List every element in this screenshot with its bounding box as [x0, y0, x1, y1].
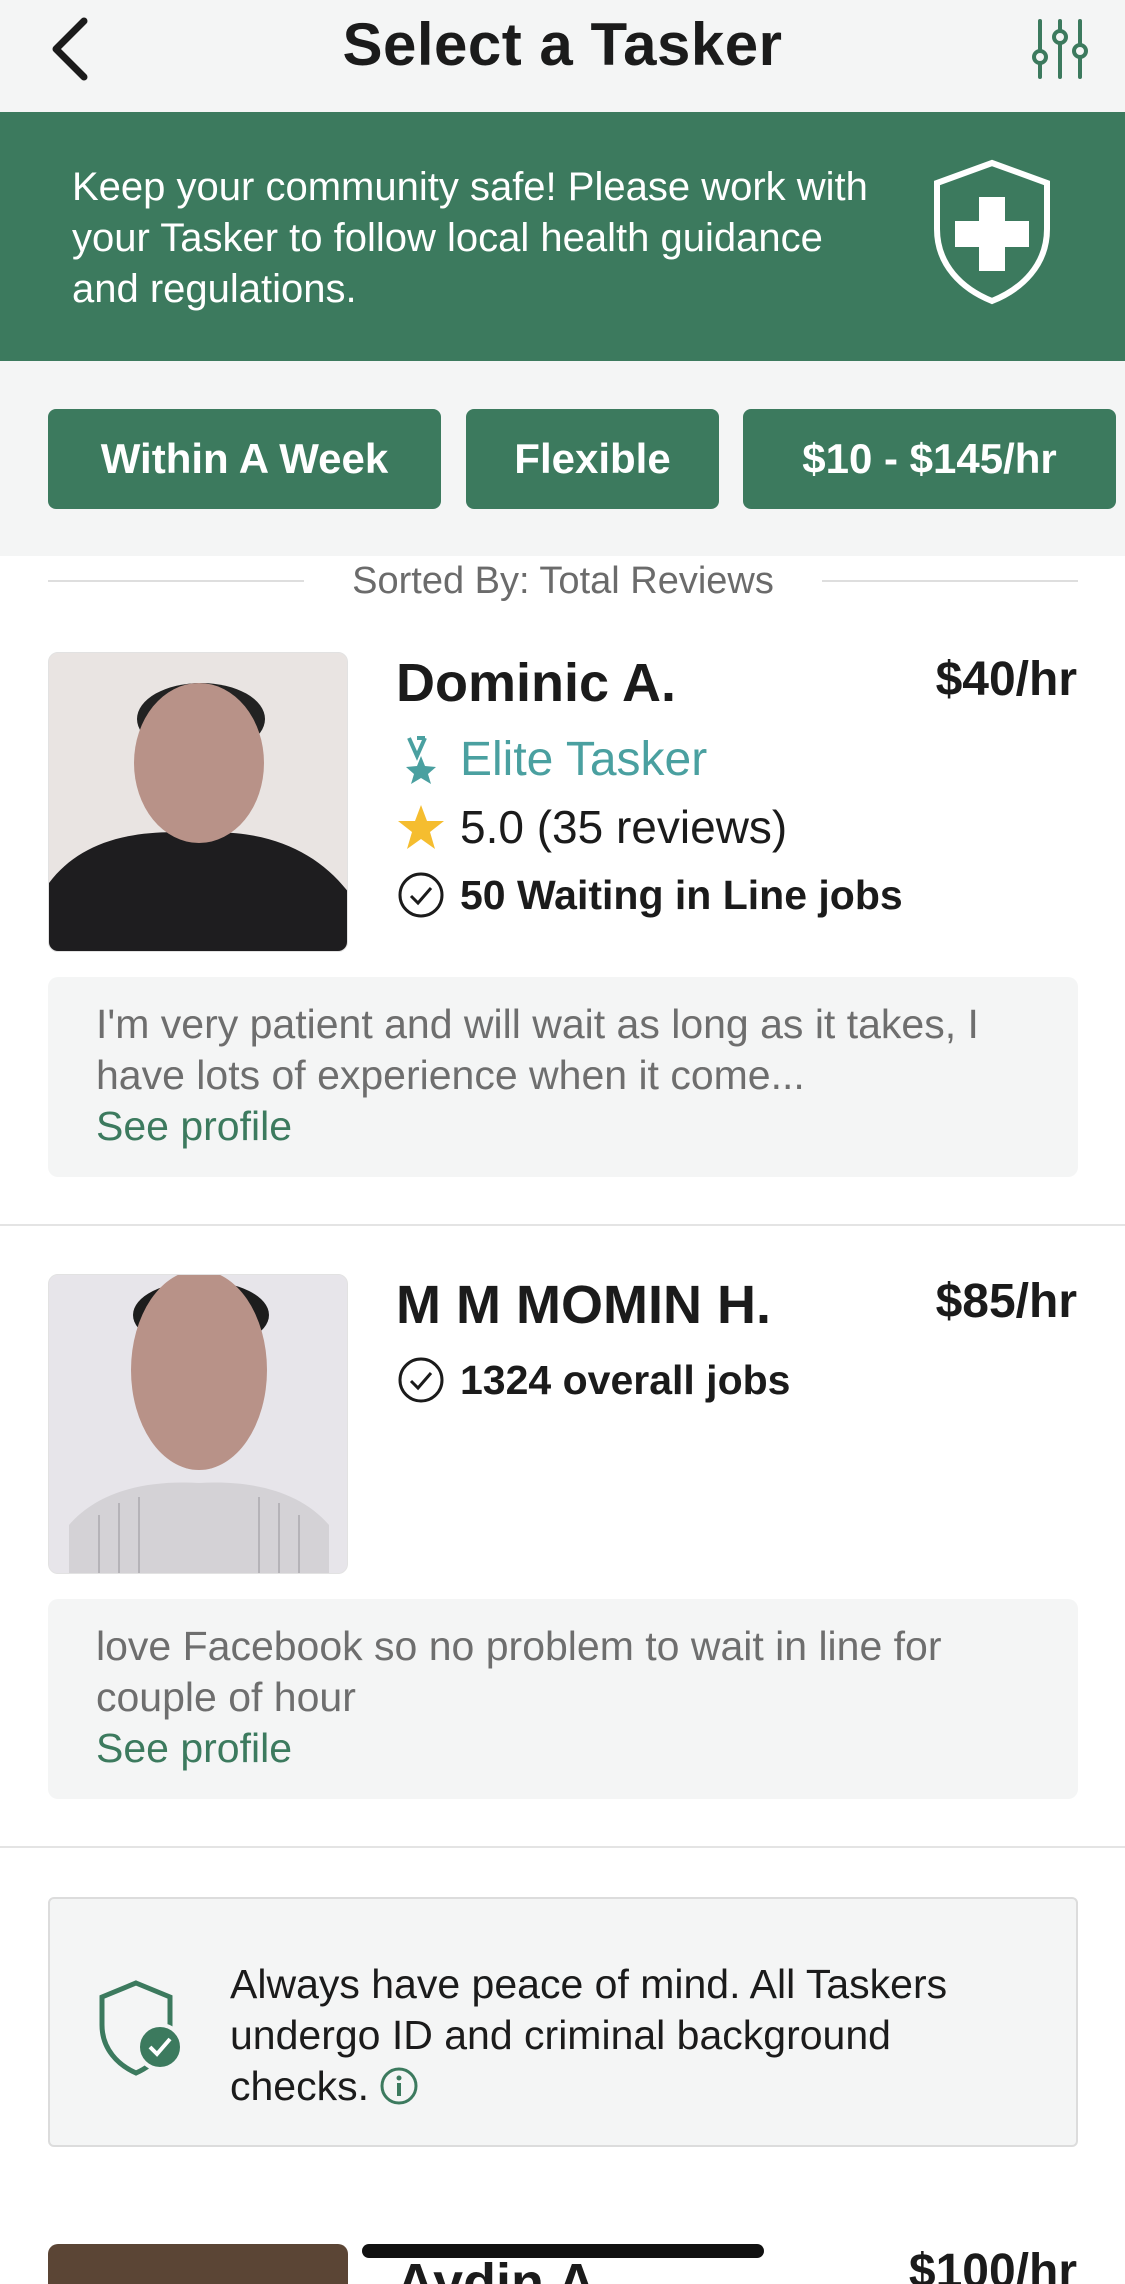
- tasker-rate: $40/hr: [935, 653, 1077, 706]
- card-divider: [0, 1846, 1125, 1848]
- page-title: Select a Tasker: [342, 11, 783, 78]
- background-check-notice: Always have peace of mind. All Taskers u…: [48, 1897, 1078, 2147]
- chip-price[interactable]: $10 - $145/hr: [743, 409, 1116, 509]
- jobs-row: 1324 overall jobs: [396, 1355, 790, 1405]
- sliders-icon: [1032, 19, 1088, 79]
- star-icon: [398, 805, 444, 849]
- elite-label: Elite Tasker: [460, 733, 708, 786]
- see-profile-link[interactable]: See profile: [96, 1723, 1030, 1774]
- divider-line: [821, 580, 1078, 582]
- safety-text: Always have peace of mind. All Taskers u…: [230, 1961, 948, 2109]
- tasker-rate: $85/hr: [935, 1275, 1077, 1328]
- sort-indicator: Sorted By: Total Reviews: [48, 556, 1078, 606]
- jobs-row: 50 Waiting in Line jobs: [396, 870, 903, 920]
- safety-text-block: Always have peace of mind. All Taskers u…: [230, 1959, 1040, 2112]
- sort-label: Sorted By: Total Reviews: [352, 559, 774, 602]
- shield-plus-icon: [934, 159, 1050, 305]
- health-guidance-banner: Keep your community safe! Please work wi…: [0, 112, 1125, 361]
- elite-ribbon-icon: [406, 735, 436, 784]
- tasker-name: M M MOMIN H.: [396, 1275, 771, 1335]
- info-icon[interactable]: [379, 2066, 419, 2106]
- rating-row: 5.0 (35 reviews): [396, 800, 787, 854]
- tasker-name: Dominic A.: [396, 653, 677, 713]
- avatar[interactable]: [48, 652, 348, 952]
- avatar[interactable]: [48, 2244, 348, 2284]
- top-nav-bar: Select a Tasker: [0, 0, 1125, 112]
- avatar-photo: [49, 653, 347, 951]
- tasker-rate: $100/hr: [908, 2245, 1077, 2284]
- elite-badge: Elite Tasker: [396, 732, 707, 787]
- check-circle-icon: [398, 1357, 444, 1403]
- filter-button[interactable]: [1025, 14, 1095, 84]
- divider-line: [48, 580, 305, 582]
- filter-chips: Within A Week Flexible $10 - $145/hr: [0, 361, 1125, 556]
- check-circle-icon: [398, 872, 444, 918]
- jobs-count: 50 Waiting in Line jobs: [460, 871, 903, 918]
- rating-text: 5.0 (35 reviews): [460, 801, 788, 853]
- avatar-photo: [49, 1275, 347, 1573]
- tasker-description: I'm very patient and will wait as long a…: [96, 1001, 979, 1098]
- chip-time[interactable]: Flexible: [466, 409, 719, 509]
- banner-text: Keep your community safe! Please work wi…: [72, 165, 868, 311]
- shield-check-icon: [99, 1980, 184, 2076]
- tasker-name: Aydin A.: [396, 2253, 611, 2284]
- jobs-count: 1324 overall jobs: [460, 1356, 791, 1403]
- tasker-description: love Facebook so no problem to wait in l…: [96, 1623, 942, 1720]
- tasker-about[interactable]: I'm very patient and will wait as long a…: [48, 977, 1078, 1177]
- see-profile-link[interactable]: See profile: [96, 1101, 1030, 1152]
- avatar[interactable]: [48, 1274, 348, 1574]
- card-divider: [0, 1224, 1125, 1226]
- tasker-about[interactable]: love Facebook so no problem to wait in l…: [48, 1599, 1078, 1799]
- chip-date[interactable]: Within A Week: [48, 409, 441, 509]
